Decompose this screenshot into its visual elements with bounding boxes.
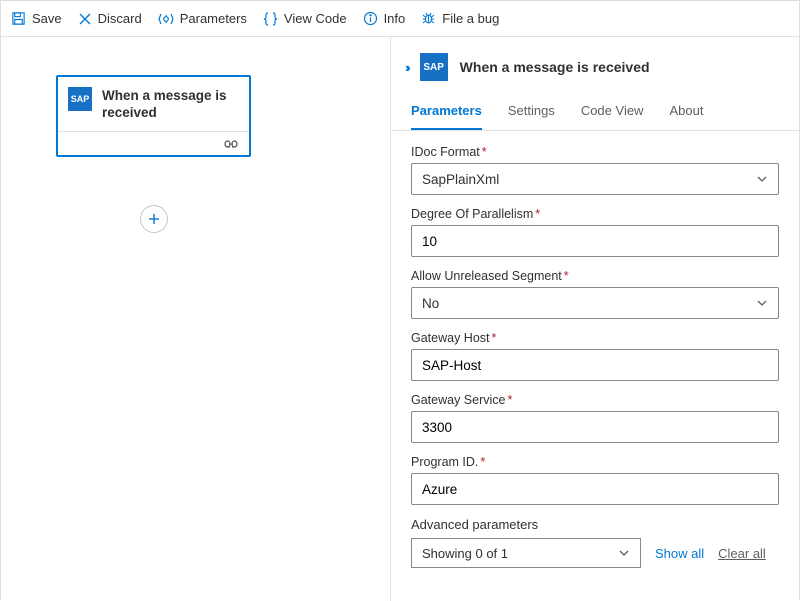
save-button[interactable]: Save [11, 11, 62, 26]
tab-code-view[interactable]: Code View [581, 97, 644, 130]
discard-button[interactable]: Discard [78, 11, 142, 26]
close-icon [78, 12, 92, 26]
input-gateway-service[interactable] [411, 411, 779, 443]
chevron-down-icon [756, 299, 768, 307]
add-step-button[interactable] [140, 205, 168, 233]
trigger-card[interactable]: SAP When a message is received [56, 75, 251, 157]
trigger-card-header: SAP When a message is received [58, 77, 249, 131]
advanced-row: Showing 0 of 1 Show all Clear all [411, 538, 779, 568]
select-idoc-format-value: SapPlainXml [422, 172, 499, 187]
select-advanced-value: Showing 0 of 1 [422, 546, 508, 561]
trigger-card-footer [58, 131, 249, 155]
info-icon [363, 11, 378, 26]
label-advanced: Advanced parameters [411, 517, 779, 532]
label-idoc-format: IDoc Format* [411, 145, 779, 159]
info-button[interactable]: Info [363, 11, 406, 26]
clear-all-link[interactable]: Clear all [718, 546, 766, 561]
file-bug-button[interactable]: File a bug [421, 11, 499, 26]
field-program-id: Program ID.* [411, 455, 779, 505]
tab-parameters[interactable]: Parameters [411, 97, 482, 130]
bug-icon [421, 11, 436, 26]
trigger-card-title: When a message is received [102, 87, 237, 121]
parameters-label: Parameters [180, 11, 247, 26]
label-allow-unreleased: Allow Unreleased Segment* [411, 269, 779, 283]
tab-settings[interactable]: Settings [508, 97, 555, 130]
panel-header: ›› SAP When a message is received [391, 37, 799, 91]
label-degree: Degree Of Parallelism* [411, 207, 779, 221]
discard-label: Discard [98, 11, 142, 26]
toolbar: Save Discard Parameters View Code Info F… [1, 1, 799, 37]
show-all-link[interactable]: Show all [655, 546, 704, 561]
label-program-id: Program ID.* [411, 455, 779, 469]
select-allow-unreleased-value: No [422, 296, 439, 311]
panel-title: When a message is received [460, 59, 650, 75]
input-gateway-host[interactable] [411, 349, 779, 381]
label-gateway-service: Gateway Service* [411, 393, 779, 407]
panel-tabs: Parameters Settings Code View About [391, 91, 799, 131]
main: SAP When a message is received ›› SAP Wh… [1, 37, 799, 601]
connection-icon[interactable] [223, 139, 239, 149]
view-code-label: View Code [284, 11, 347, 26]
designer-canvas: SAP When a message is received [1, 37, 391, 601]
select-allow-unreleased[interactable]: No [411, 287, 779, 319]
info-label: Info [384, 11, 406, 26]
braces-icon [263, 12, 278, 26]
field-gateway-host: Gateway Host* [411, 331, 779, 381]
parameters-form: IDoc Format* SapPlainXml Degree Of Paral… [391, 131, 799, 601]
chevron-down-icon [756, 175, 768, 183]
save-icon [11, 11, 26, 26]
field-idoc-format: IDoc Format* SapPlainXml [411, 145, 779, 195]
sap-badge-icon: SAP [68, 87, 92, 111]
save-label: Save [32, 11, 62, 26]
chevron-down-icon [618, 549, 630, 557]
parameters-button[interactable]: Parameters [158, 11, 247, 26]
select-idoc-format[interactable]: SapPlainXml [411, 163, 779, 195]
details-panel: ›› SAP When a message is received Parame… [391, 37, 799, 601]
field-allow-unreleased: Allow Unreleased Segment* No [411, 269, 779, 319]
collapse-icon[interactable]: ›› [405, 60, 408, 75]
label-gateway-host: Gateway Host* [411, 331, 779, 345]
view-code-button[interactable]: View Code [263, 11, 347, 26]
file-bug-label: File a bug [442, 11, 499, 26]
field-gateway-service: Gateway Service* [411, 393, 779, 443]
input-degree[interactable] [411, 225, 779, 257]
tab-about[interactable]: About [669, 97, 703, 130]
select-advanced[interactable]: Showing 0 of 1 [411, 538, 641, 568]
input-program-id[interactable] [411, 473, 779, 505]
parameters-icon [158, 12, 174, 26]
field-degree: Degree Of Parallelism* [411, 207, 779, 257]
sap-badge-icon: SAP [420, 53, 448, 81]
